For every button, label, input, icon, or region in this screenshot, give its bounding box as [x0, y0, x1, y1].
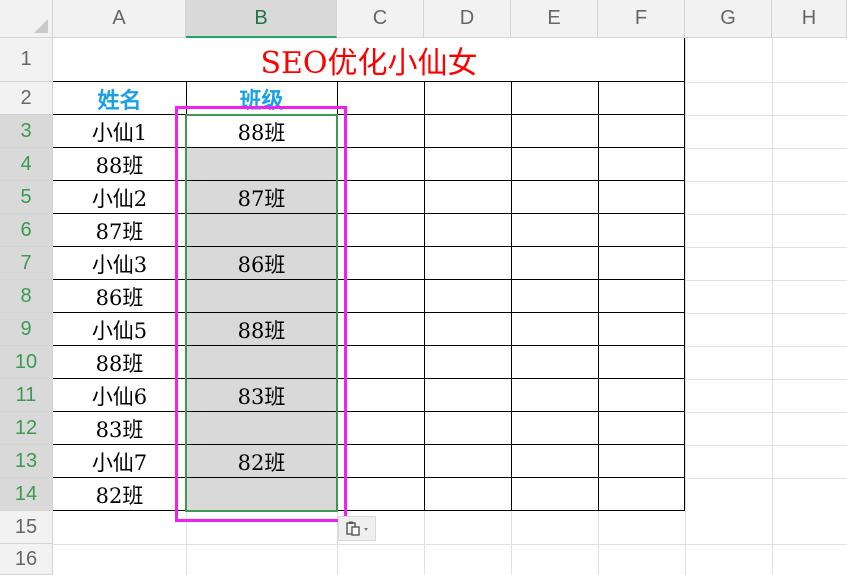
row-header-14[interactable]: 14 [0, 478, 53, 511]
table-border [424, 82, 425, 511]
row-header-10[interactable]: 10 [0, 346, 53, 379]
gridline [685, 82, 847, 83]
sheet-title[interactable]: SEO优化小仙女 [53, 38, 685, 82]
gridline [53, 544, 847, 545]
cell-a3[interactable]: 小仙1 [53, 115, 186, 148]
gridline [685, 412, 847, 413]
row-header-13[interactable]: 13 [0, 445, 53, 478]
row-header-4[interactable]: 4 [0, 148, 53, 181]
gridline [685, 280, 847, 281]
gridline [511, 511, 512, 575]
gridline [685, 445, 847, 446]
table-border [684, 38, 685, 511]
cell-a4[interactable]: 88班 [53, 148, 186, 181]
cell-a6[interactable]: 87班 [53, 214, 186, 247]
row-header-5[interactable]: 5 [0, 181, 53, 214]
column-header-h[interactable]: H [772, 0, 847, 38]
paste-options-button[interactable] [338, 516, 376, 541]
gridline [685, 247, 847, 248]
spreadsheet-grid: A B C D E F G H 1 2 3 4 5 6 7 8 9 10 11 … [0, 0, 847, 575]
gridline [685, 346, 847, 347]
row-header-11[interactable]: 11 [0, 379, 53, 412]
row-header-9[interactable]: 9 [0, 313, 53, 346]
cell-a13[interactable]: 小仙7 [53, 445, 186, 478]
gridline [685, 148, 847, 149]
paste-options-icon [343, 520, 371, 538]
gridline [424, 511, 425, 575]
column-header-f[interactable]: F [598, 0, 685, 38]
gridline [685, 379, 847, 380]
cell-a10[interactable]: 88班 [53, 346, 186, 379]
column-header-e[interactable]: E [511, 0, 598, 38]
cell-a5[interactable]: 小仙2 [53, 181, 186, 214]
gridline [598, 511, 599, 575]
column-header-b[interactable]: B [186, 0, 337, 38]
cell-a9[interactable]: 小仙5 [53, 313, 186, 346]
cell-a8[interactable]: 86班 [53, 280, 186, 313]
gridline [685, 478, 847, 479]
gridline [685, 181, 847, 182]
gridline [772, 38, 773, 575]
cell-a11[interactable]: 小仙6 [53, 379, 186, 412]
cell-a7[interactable]: 小仙3 [53, 247, 186, 280]
column-header-a[interactable]: A [53, 0, 186, 38]
highlight-annotation-box [175, 106, 347, 522]
column-header-g[interactable]: G [685, 0, 772, 38]
column-header-c[interactable]: C [337, 0, 424, 38]
row-header-7[interactable]: 7 [0, 247, 53, 280]
row-header-12[interactable]: 12 [0, 412, 53, 445]
gridline [685, 313, 847, 314]
row-header-8[interactable]: 8 [0, 280, 53, 313]
gridline [685, 38, 686, 575]
cell-a12[interactable]: 83班 [53, 412, 186, 445]
select-all-corner[interactable] [0, 0, 53, 38]
table-border [511, 82, 512, 511]
gridline [685, 115, 847, 116]
row-header-1[interactable]: 1 [0, 38, 53, 82]
table-border [598, 82, 599, 511]
gridline [685, 214, 847, 215]
column-header-d[interactable]: D [424, 0, 511, 38]
row-header-15[interactable]: 15 [0, 511, 53, 544]
row-header-2[interactable]: 2 [0, 82, 53, 115]
row-header-3[interactable]: 3 [0, 115, 53, 148]
row-header-16[interactable]: 16 [0, 544, 53, 575]
row-header-6[interactable]: 6 [0, 214, 53, 247]
cell-a14[interactable]: 82班 [53, 478, 186, 511]
header-name[interactable]: 姓名 [53, 82, 186, 115]
